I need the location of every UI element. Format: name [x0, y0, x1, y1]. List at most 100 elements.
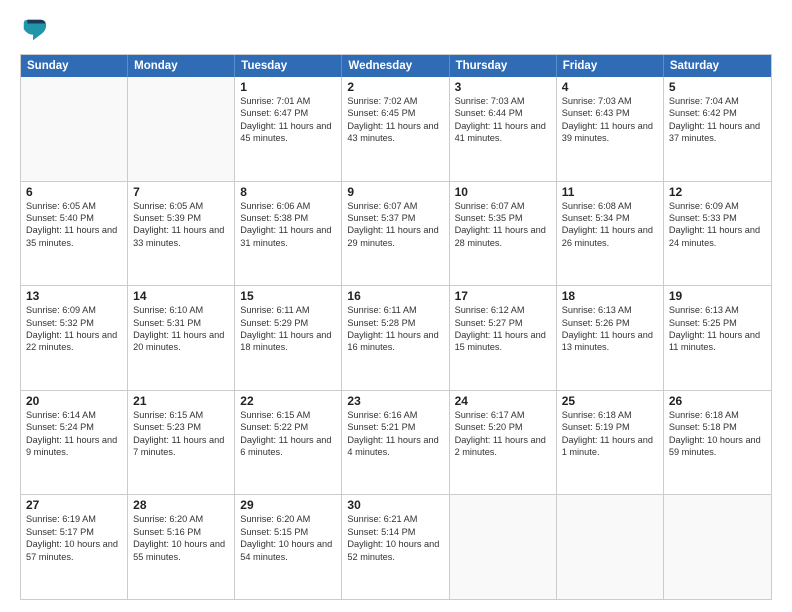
day-number: 9 [347, 185, 443, 199]
sunrise-text: Sunrise: 6:13 AM [562, 304, 658, 316]
calendar-cell: 22Sunrise: 6:15 AMSunset: 5:22 PMDayligh… [235, 391, 342, 495]
calendar-cell: 25Sunrise: 6:18 AMSunset: 5:19 PMDayligh… [557, 391, 664, 495]
sunset-text: Sunset: 5:23 PM [133, 421, 229, 433]
calendar-cell [450, 495, 557, 599]
page: SundayMondayTuesdayWednesdayThursdayFrid… [0, 0, 792, 612]
day-number: 28 [133, 498, 229, 512]
sunrise-text: Sunrise: 7:03 AM [455, 95, 551, 107]
sunset-text: Sunset: 5:32 PM [26, 317, 122, 329]
daylight-text: Daylight: 11 hours and 9 minutes. [26, 434, 122, 459]
sunset-text: Sunset: 5:19 PM [562, 421, 658, 433]
sunset-text: Sunset: 5:35 PM [455, 212, 551, 224]
calendar: SundayMondayTuesdayWednesdayThursdayFrid… [20, 54, 772, 600]
sunrise-text: Sunrise: 6:18 AM [562, 409, 658, 421]
day-number: 23 [347, 394, 443, 408]
day-number: 26 [669, 394, 766, 408]
day-number: 24 [455, 394, 551, 408]
calendar-cell: 24Sunrise: 6:17 AMSunset: 5:20 PMDayligh… [450, 391, 557, 495]
logo [20, 16, 52, 44]
sunset-text: Sunset: 5:28 PM [347, 317, 443, 329]
calendar-cell: 27Sunrise: 6:19 AMSunset: 5:17 PMDayligh… [21, 495, 128, 599]
calendar-cell [557, 495, 664, 599]
daylight-text: Daylight: 11 hours and 22 minutes. [26, 329, 122, 354]
sunrise-text: Sunrise: 6:15 AM [240, 409, 336, 421]
calendar-cell: 8Sunrise: 6:06 AMSunset: 5:38 PMDaylight… [235, 182, 342, 286]
day-number: 4 [562, 80, 658, 94]
daylight-text: Daylight: 11 hours and 43 minutes. [347, 120, 443, 145]
sunrise-text: Sunrise: 6:07 AM [455, 200, 551, 212]
day-number: 19 [669, 289, 766, 303]
sunrise-text: Sunrise: 6:10 AM [133, 304, 229, 316]
sunrise-text: Sunrise: 6:12 AM [455, 304, 551, 316]
calendar-cell: 29Sunrise: 6:20 AMSunset: 5:15 PMDayligh… [235, 495, 342, 599]
day-of-week-header: Thursday [450, 55, 557, 77]
calendar-week-row: 1Sunrise: 7:01 AMSunset: 6:47 PMDaylight… [21, 77, 771, 181]
sunrise-text: Sunrise: 6:09 AM [26, 304, 122, 316]
calendar-cell: 16Sunrise: 6:11 AMSunset: 5:28 PMDayligh… [342, 286, 449, 390]
calendar-week-row: 20Sunrise: 6:14 AMSunset: 5:24 PMDayligh… [21, 390, 771, 495]
daylight-text: Daylight: 11 hours and 20 minutes. [133, 329, 229, 354]
sunset-text: Sunset: 6:42 PM [669, 107, 766, 119]
header [20, 16, 772, 44]
sunset-text: Sunset: 5:16 PM [133, 526, 229, 538]
day-number: 5 [669, 80, 766, 94]
day-number: 21 [133, 394, 229, 408]
daylight-text: Daylight: 11 hours and 1 minute. [562, 434, 658, 459]
day-number: 11 [562, 185, 658, 199]
day-of-week-header: Friday [557, 55, 664, 77]
daylight-text: Daylight: 11 hours and 33 minutes. [133, 224, 229, 249]
daylight-text: Daylight: 10 hours and 55 minutes. [133, 538, 229, 563]
calendar-cell: 4Sunrise: 7:03 AMSunset: 6:43 PMDaylight… [557, 77, 664, 181]
daylight-text: Daylight: 11 hours and 45 minutes. [240, 120, 336, 145]
sunset-text: Sunset: 6:43 PM [562, 107, 658, 119]
calendar-cell: 11Sunrise: 6:08 AMSunset: 5:34 PMDayligh… [557, 182, 664, 286]
day-number: 3 [455, 80, 551, 94]
calendar-cell: 19Sunrise: 6:13 AMSunset: 5:25 PMDayligh… [664, 286, 771, 390]
day-number: 2 [347, 80, 443, 94]
sunset-text: Sunset: 5:15 PM [240, 526, 336, 538]
sunset-text: Sunset: 5:29 PM [240, 317, 336, 329]
calendar-body: 1Sunrise: 7:01 AMSunset: 6:47 PMDaylight… [21, 77, 771, 599]
daylight-text: Daylight: 11 hours and 18 minutes. [240, 329, 336, 354]
calendar-header: SundayMondayTuesdayWednesdayThursdayFrid… [21, 55, 771, 77]
daylight-text: Daylight: 11 hours and 7 minutes. [133, 434, 229, 459]
day-number: 18 [562, 289, 658, 303]
calendar-cell: 12Sunrise: 6:09 AMSunset: 5:33 PMDayligh… [664, 182, 771, 286]
calendar-cell [21, 77, 128, 181]
day-of-week-header: Monday [128, 55, 235, 77]
day-number: 15 [240, 289, 336, 303]
sunrise-text: Sunrise: 6:20 AM [240, 513, 336, 525]
calendar-cell: 20Sunrise: 6:14 AMSunset: 5:24 PMDayligh… [21, 391, 128, 495]
daylight-text: Daylight: 11 hours and 2 minutes. [455, 434, 551, 459]
sunrise-text: Sunrise: 6:13 AM [669, 304, 766, 316]
sunrise-text: Sunrise: 6:06 AM [240, 200, 336, 212]
sunrise-text: Sunrise: 6:05 AM [26, 200, 122, 212]
sunset-text: Sunset: 5:25 PM [669, 317, 766, 329]
calendar-cell: 15Sunrise: 6:11 AMSunset: 5:29 PMDayligh… [235, 286, 342, 390]
day-number: 22 [240, 394, 336, 408]
daylight-text: Daylight: 11 hours and 31 minutes. [240, 224, 336, 249]
daylight-text: Daylight: 10 hours and 54 minutes. [240, 538, 336, 563]
day-number: 25 [562, 394, 658, 408]
day-number: 14 [133, 289, 229, 303]
day-number: 13 [26, 289, 122, 303]
calendar-cell: 2Sunrise: 7:02 AMSunset: 6:45 PMDaylight… [342, 77, 449, 181]
sunrise-text: Sunrise: 6:14 AM [26, 409, 122, 421]
daylight-text: Daylight: 11 hours and 28 minutes. [455, 224, 551, 249]
sunrise-text: Sunrise: 6:11 AM [347, 304, 443, 316]
sunset-text: Sunset: 5:39 PM [133, 212, 229, 224]
day-number: 1 [240, 80, 336, 94]
daylight-text: Daylight: 11 hours and 15 minutes. [455, 329, 551, 354]
sunset-text: Sunset: 6:47 PM [240, 107, 336, 119]
calendar-week-row: 6Sunrise: 6:05 AMSunset: 5:40 PMDaylight… [21, 181, 771, 286]
daylight-text: Daylight: 11 hours and 37 minutes. [669, 120, 766, 145]
calendar-cell: 10Sunrise: 6:07 AMSunset: 5:35 PMDayligh… [450, 182, 557, 286]
day-number: 7 [133, 185, 229, 199]
day-number: 20 [26, 394, 122, 408]
calendar-cell: 7Sunrise: 6:05 AMSunset: 5:39 PMDaylight… [128, 182, 235, 286]
sunset-text: Sunset: 6:44 PM [455, 107, 551, 119]
day-number: 6 [26, 185, 122, 199]
sunrise-text: Sunrise: 6:17 AM [455, 409, 551, 421]
calendar-cell: 18Sunrise: 6:13 AMSunset: 5:26 PMDayligh… [557, 286, 664, 390]
daylight-text: Daylight: 10 hours and 59 minutes. [669, 434, 766, 459]
